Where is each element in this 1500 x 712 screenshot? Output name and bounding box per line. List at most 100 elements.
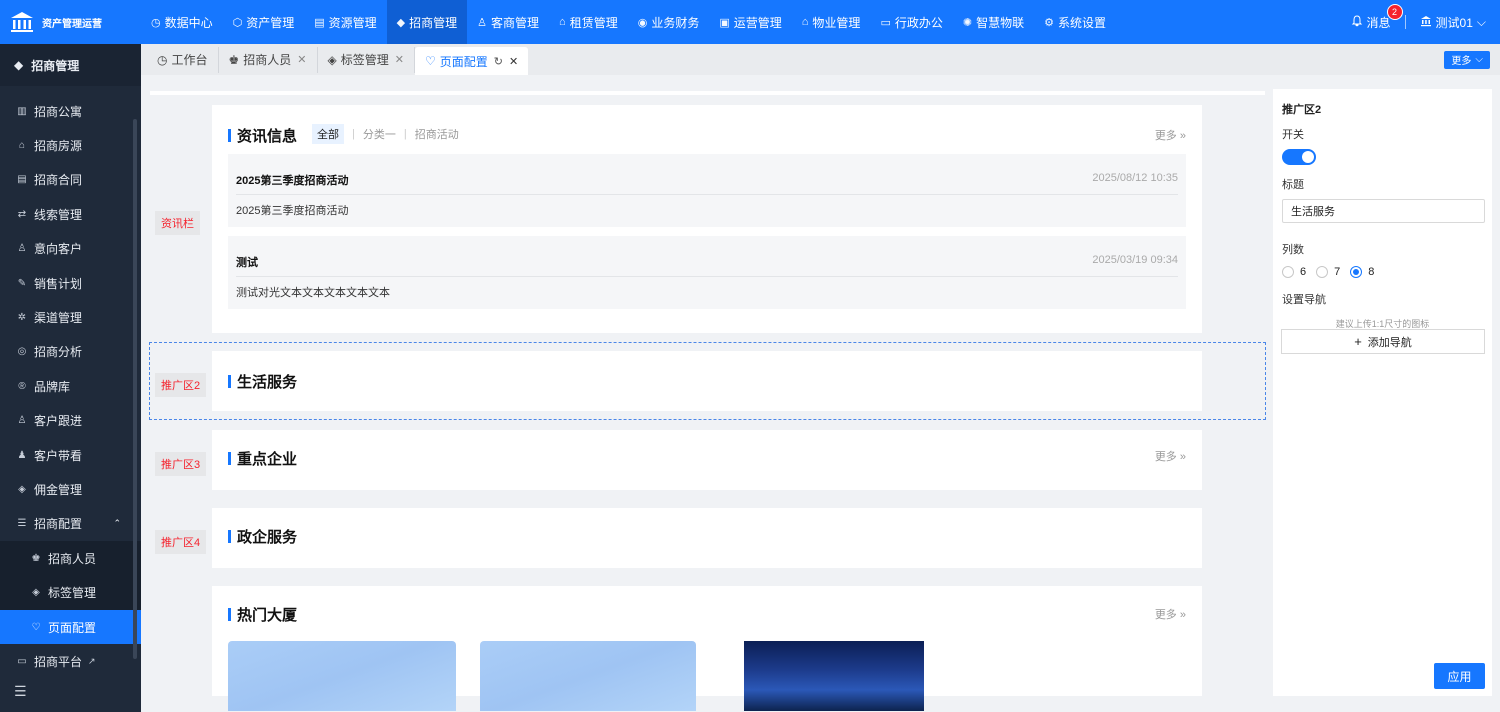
topnav-label: 招商管理 [409, 15, 458, 30]
promo2-card[interactable]: 生活服务 [212, 351, 1202, 411]
list-icon: ☰ [17, 518, 27, 530]
topnav-investment-management[interactable]: ◆ 招商管理 [386, 0, 468, 44]
topnav-business-finance[interactable]: ◉ 业务财务 [628, 0, 710, 44]
close-icon[interactable]: ✕ [395, 53, 404, 66]
promo4-card[interactable]: 政企服务 [212, 508, 1202, 568]
topnav-resource-management[interactable]: ▤ 资源管理 [304, 0, 386, 44]
tag-icon: ◈ [327, 52, 337, 67]
messages-button[interactable]: 消息 2 [1351, 3, 1403, 31]
add-nav-button[interactable]: + 添加导航 [1281, 329, 1485, 354]
sidebar-item-leads[interactable]: ⇄ 线索管理 [0, 197, 141, 231]
enable-toggle[interactable] [1282, 149, 1316, 165]
tab-tags[interactable]: ◈ 标签管理 ✕ [318, 46, 415, 73]
house-icon: ⌂ [559, 16, 566, 28]
iot-icon: ✺ [962, 16, 973, 29]
topnav-operation-management[interactable]: ▣ 运营管理 [709, 0, 791, 44]
topnav-system-settings[interactable]: ⚙ 系统设置 [1034, 0, 1116, 44]
title-accent [228, 608, 231, 621]
sidebar-item-label: 招商公寓 [34, 104, 83, 119]
sidebar-item-channels[interactable]: ✲ 渠道管理 [0, 300, 141, 334]
sidebar-subitem-page-config[interactable]: ♡ 页面配置 [0, 609, 141, 645]
sidebar-header: ◆ 招商管理 [0, 44, 141, 86]
sidebar-item-viewings[interactable]: ♟ 客户带看 [0, 438, 141, 472]
user-icon: ♙ [17, 243, 27, 255]
sidebar-item-config[interactable]: ☰ 招商配置 ⌃ [0, 507, 141, 541]
topnav-property-management[interactable]: ⌂ 物业管理 [792, 0, 871, 44]
sidebar-item-analysis[interactable]: ◎ 招商分析 [0, 335, 141, 369]
card-title-text: 重点企业 [237, 451, 298, 468]
filter-category-one[interactable]: 分类一 [363, 126, 396, 142]
sidebar-item-sales-plan[interactable]: ✎ 销售计划 [0, 266, 141, 300]
topnav-lease-management[interactable]: ⌂ 租赁管理 [549, 0, 628, 44]
topnav-admin-office[interactable]: ▭ 行政办公 [870, 0, 952, 44]
user-icon: ♙ [17, 415, 27, 427]
monitor-icon: ▭ [880, 16, 891, 29]
sidebar-item-apartments[interactable]: ▥ 招商公寓 [0, 94, 141, 128]
sidebar-subitem-staff[interactable]: ♚ 招商人员 [0, 541, 141, 576]
sidebar-item-platform[interactable]: ▭ 招商平台 ↗ [0, 644, 141, 678]
news-item-title: 2025第三季度招商活动 [236, 175, 349, 187]
close-icon[interactable]: ✕ [297, 53, 306, 66]
monitor-icon: ▭ [17, 655, 27, 667]
columns-label: 列数 [1282, 244, 1304, 256]
collapse-menu-icon[interactable]: ☰ [14, 683, 27, 700]
tab-staff[interactable]: ♚ 招商人员 ✕ [219, 46, 318, 73]
sidebar-item-listings[interactable]: ⌂ 招商房源 [0, 128, 141, 162]
more-label: 更多 [1451, 56, 1472, 67]
news-item[interactable]: 2025第三季度招商活动 2025/08/12 10:35 2025第三季度招商… [228, 154, 1186, 227]
sidebar-scrollbar[interactable] [133, 119, 137, 659]
sidebar-item-followup[interactable]: ♙ 客户跟进 [0, 404, 141, 438]
close-icon[interactable]: ✕ [509, 55, 518, 68]
sidebar-item-brands[interactable]: ® 品牌库 [0, 369, 141, 403]
news-card[interactable]: 资讯信息 全部 | 分类一 | 招商活动 更多 » 2025第三季度招商活动 2… [212, 105, 1202, 333]
building-image[interactable] [480, 641, 696, 711]
more-link[interactable]: 更多 » [1155, 127, 1186, 143]
user-menu[interactable]: 测试01 ⌵ [1420, 14, 1486, 31]
topnav-asset-management[interactable]: ⬡ 资产管理 [223, 0, 305, 44]
dashboard-icon: ◷ [157, 52, 168, 67]
apply-button[interactable]: 应用 [1434, 663, 1485, 689]
sidebar-item-label: 招商配置 [34, 517, 83, 532]
columns-option-6[interactable]: 6 [1282, 266, 1306, 278]
title-input[interactable]: 生活服务 [1282, 199, 1485, 223]
sidebar-item-commission[interactable]: ◈ 佣金管理 [0, 472, 141, 506]
bank-logo-icon [10, 11, 34, 33]
building-image[interactable] [228, 641, 456, 711]
coin-icon: ◈ [18, 483, 26, 495]
topnav-merchant-management[interactable]: ♙ 客商管理 [467, 0, 549, 44]
building-image[interactable] [744, 641, 924, 711]
columns-option-8[interactable]: 8 [1350, 266, 1374, 278]
more-link[interactable]: 更多 » [1155, 448, 1186, 464]
section-label-promo2[interactable]: 推广区2 [155, 373, 207, 397]
brand[interactable]: 资产管理运营 [0, 0, 141, 44]
sidebar-item-prospects[interactable]: ♙ 意向客户 [0, 232, 141, 266]
topnav-data-center[interactable]: ◷ 数据中心 [141, 0, 223, 44]
tabs-more-button[interactable]: 更多 ⌵ [1444, 50, 1490, 69]
filter-events[interactable]: 招商活动 [415, 126, 459, 142]
filter-divider: | [403, 128, 407, 140]
tab-page-config[interactable]: ♡ 页面配置 ↻ ✕ [414, 47, 529, 75]
hot-buildings-card[interactable]: 热门大厦 更多 » [212, 586, 1202, 711]
sidebar: ◆ 招商管理 ▥ 招商公寓 ⌂ 招商房源 ▤ 招商合同 ⇄ 线索管理 ♙ 意向客户 ✎ 销售… [0, 44, 141, 712]
more-link[interactable]: 更多 » [1155, 606, 1186, 622]
divider [1404, 15, 1406, 29]
news-item[interactable]: 测试 2025/03/19 09:34 测试对光文本文本文本文本文本 [228, 236, 1186, 309]
tab-workbench[interactable]: ◷ 工作台 [147, 46, 219, 73]
sidebar-item-contracts[interactable]: ▤ 招商合同 [0, 163, 141, 197]
columns-option-7[interactable]: 7 [1316, 266, 1340, 278]
section-label-news[interactable]: 资讯栏 [155, 211, 200, 235]
topnav-smart-iot[interactable]: ✺ 智慧物联 [953, 0, 1034, 44]
tag-icon: ◈ [32, 587, 40, 599]
sidebar-subitem-tags[interactable]: ◈ 标签管理 [0, 575, 141, 610]
section-label-promo4[interactable]: 推广区4 [155, 530, 207, 554]
sidebar-item-label: 意向客户 [34, 242, 83, 257]
sidebar-item-label: 招商平台 [34, 654, 83, 669]
filter-all[interactable]: 全部 [312, 124, 344, 144]
promo3-card[interactable]: 重点企业 更多 » [212, 430, 1202, 490]
section-label-promo3[interactable]: 推广区3 [155, 452, 207, 476]
sidebar-item-label: 客户跟进 [34, 414, 83, 429]
card-title: 热门大厦 [228, 604, 297, 625]
coin-icon: ◉ [637, 16, 648, 29]
title-field-label: 标题 [1282, 179, 1304, 191]
refresh-icon[interactable]: ↻ [494, 55, 503, 68]
